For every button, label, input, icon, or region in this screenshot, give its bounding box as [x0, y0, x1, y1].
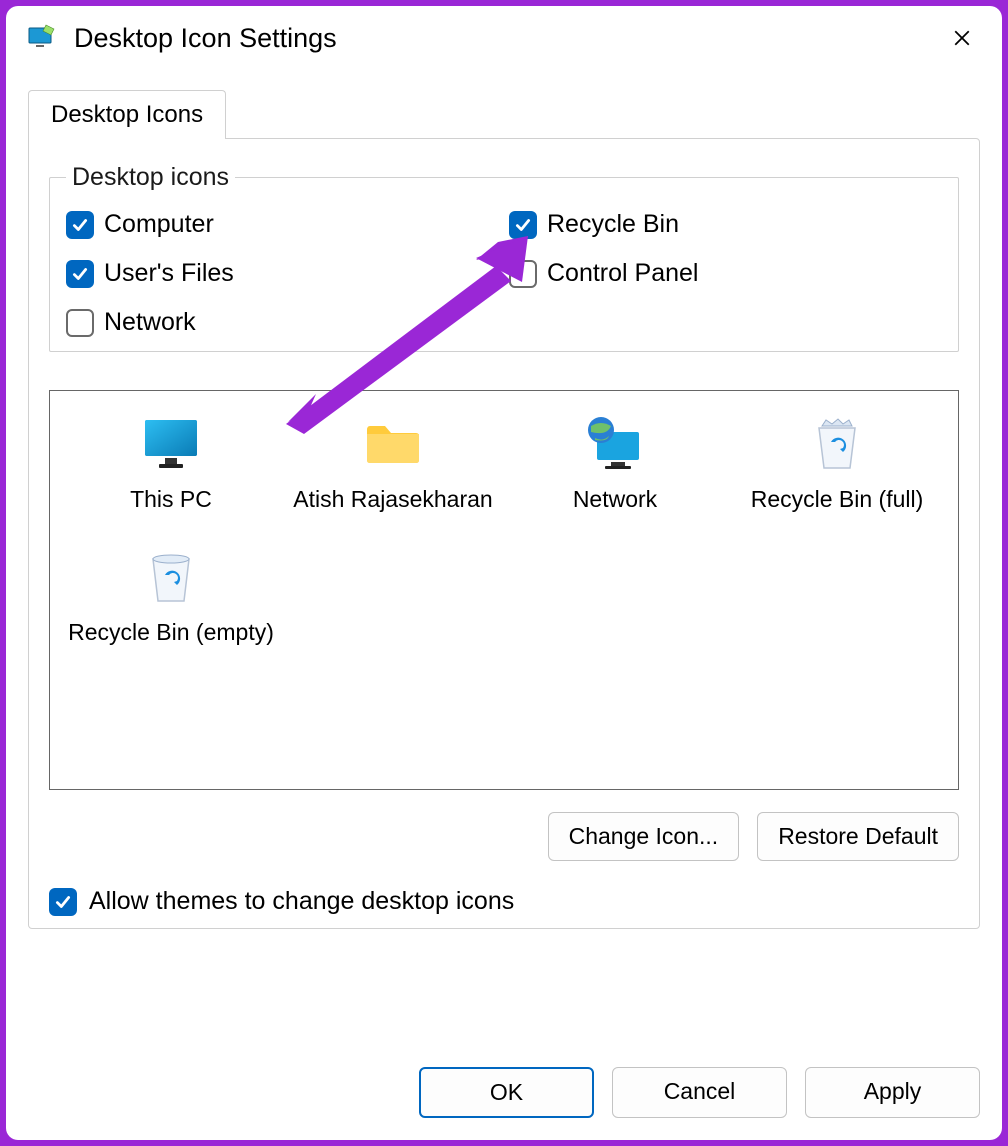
checkbox-computer[interactable]: Computer	[66, 210, 499, 239]
icon-item-user-folder[interactable]: Atish Rajasekharan	[282, 409, 504, 514]
cancel-button[interactable]: Cancel	[612, 1067, 787, 1118]
dialog-footer: OK Cancel Apply	[6, 1045, 1002, 1140]
checkbox-label: Allow themes to change desktop icons	[89, 887, 514, 916]
button-label: OK	[490, 1079, 523, 1105]
checkbox-icon	[509, 211, 537, 239]
checkbox-icon	[66, 309, 94, 337]
desktop-icon-settings-window: Desktop Icon Settings Desktop Icons Desk…	[6, 6, 1002, 1140]
button-label: Restore Default	[778, 823, 938, 849]
button-label: Apply	[864, 1078, 922, 1104]
recycle-bin-full-icon	[802, 409, 872, 479]
icon-label: Network	[573, 485, 657, 514]
icon-label: Atish Rajasekharan	[293, 485, 492, 514]
close-icon	[953, 29, 971, 47]
window-title: Desktop Icon Settings	[74, 23, 942, 54]
checkbox-label: Network	[104, 308, 196, 337]
apply-button[interactable]: Apply	[805, 1067, 980, 1118]
change-icon-button[interactable]: Change Icon...	[548, 812, 740, 861]
close-button[interactable]	[942, 18, 982, 58]
desktop-icons-group: Desktop icons Computer Recycle Bin	[49, 163, 959, 352]
checkbox-icon	[49, 888, 77, 916]
folder-icon	[358, 409, 428, 479]
checkbox-network[interactable]: Network	[66, 308, 499, 337]
icon-label: Recycle Bin (empty)	[68, 618, 274, 647]
checkbox-icon	[66, 260, 94, 288]
tab-panel: Desktop icons Computer Recycle Bin	[28, 138, 980, 929]
tab-label: Desktop Icons	[51, 101, 203, 128]
checkbox-control-panel[interactable]: Control Panel	[509, 259, 942, 288]
checkbox-icon	[66, 211, 94, 239]
icon-label: This PC	[130, 485, 212, 514]
monitor-icon	[136, 409, 206, 479]
checkbox-label: User's Files	[104, 259, 234, 288]
icon-item-network[interactable]: Network	[504, 409, 726, 514]
checkbox-icon	[509, 260, 537, 288]
app-icon	[26, 22, 58, 54]
checkbox-label: Control Panel	[547, 259, 698, 288]
ok-button[interactable]: OK	[419, 1067, 594, 1118]
titlebar: Desktop Icon Settings	[6, 6, 1002, 66]
tab-strip: Desktop Icons	[28, 90, 980, 139]
restore-default-button[interactable]: Restore Default	[757, 812, 959, 861]
tab-desktop-icons[interactable]: Desktop Icons	[28, 90, 226, 139]
group-legend: Desktop icons	[66, 163, 235, 192]
icon-preview-list: This PC Atish Rajasekharan	[49, 390, 959, 790]
checkbox-users-files[interactable]: User's Files	[66, 259, 499, 288]
icon-item-recycle-full[interactable]: Recycle Bin (full)	[726, 409, 948, 514]
button-label: Cancel	[664, 1078, 736, 1104]
checkbox-label: Recycle Bin	[547, 210, 679, 239]
button-label: Change Icon...	[569, 823, 719, 849]
icon-item-recycle-empty[interactable]: Recycle Bin (empty)	[60, 542, 282, 647]
icon-item-this-pc[interactable]: This PC	[60, 409, 282, 514]
checkbox-allow-themes[interactable]: Allow themes to change desktop icons	[49, 887, 979, 916]
recycle-bin-empty-icon	[136, 542, 206, 612]
checkbox-recycle-bin[interactable]: Recycle Bin	[509, 210, 942, 239]
checkbox-label: Computer	[104, 210, 214, 239]
icon-label: Recycle Bin (full)	[751, 485, 924, 514]
network-icon	[580, 409, 650, 479]
